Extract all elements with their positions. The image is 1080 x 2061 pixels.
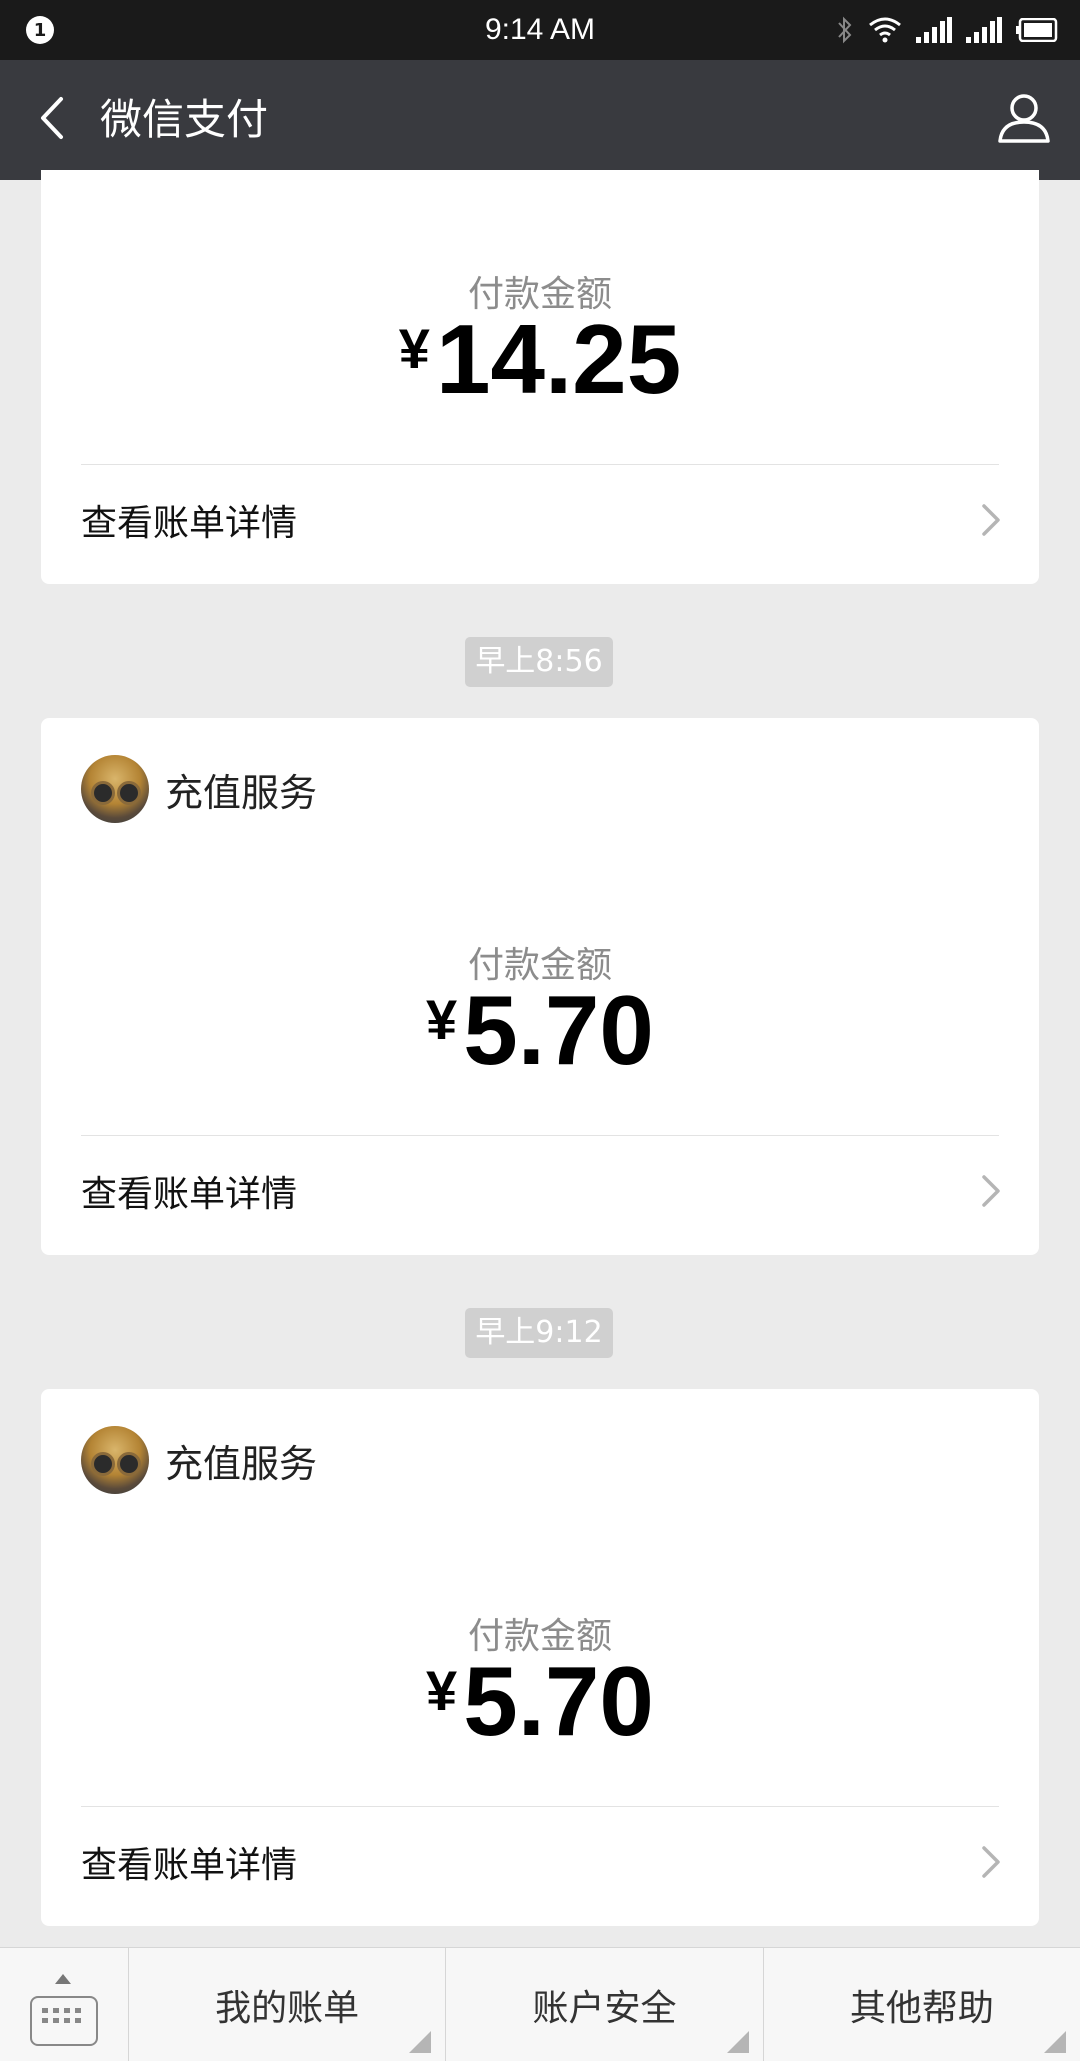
amount-value: 5.70 — [463, 1646, 654, 1756]
submenu-indicator-icon — [726, 2031, 749, 2053]
currency-symbol: ¥ — [426, 1659, 458, 1722]
payment-card: 付款金额 ¥14.25 查看账单详情 — [41, 170, 1039, 584]
chevron-left-icon — [37, 95, 67, 145]
message-timestamp: 早上8:56 — [465, 637, 613, 687]
menu-my-bills[interactable]: 我的账单 — [129, 1948, 447, 2061]
avatar — [81, 755, 149, 823]
submenu-indicator-icon — [1043, 2031, 1066, 2053]
back-button[interactable] — [22, 90, 82, 150]
chevron-right-icon — [979, 502, 1003, 538]
chevron-right-icon — [979, 1844, 1003, 1880]
chevron-right-icon — [979, 1173, 1003, 1209]
wifi-icon — [868, 17, 902, 43]
menu-label: 账户安全 — [532, 1987, 677, 2029]
amount-value: 5.70 — [463, 975, 654, 1085]
payment-amount: ¥14.25 — [41, 310, 1039, 408]
caret-up-icon — [55, 1974, 71, 1984]
merchant-header[interactable]: 充值服务 — [81, 754, 317, 824]
payment-card: 充值服务 付款金额 ¥5.70 查看账单详情 — [41, 718, 1039, 1255]
signal-2-icon — [966, 17, 1002, 43]
payment-card: 充值服务 付款金额 ¥5.70 查看账单详情 — [41, 1389, 1039, 1926]
detail-link-label: 查看账单详情 — [81, 503, 298, 544]
detail-link-label: 查看账单详情 — [81, 1845, 298, 1886]
amount-value: 14.25 — [435, 304, 682, 414]
view-bill-details-link[interactable]: 查看账单详情 — [81, 465, 1003, 575]
battery-icon — [1016, 18, 1058, 42]
merchant-name: 充值服务 — [165, 770, 318, 815]
keyboard-icon — [30, 1996, 98, 2046]
menu-other-help[interactable]: 其他帮助 — [764, 1948, 1080, 2061]
bottom-menu: 我的账单 账户安全 其他帮助 — [0, 1947, 1080, 2061]
keyboard-toggle-button[interactable] — [0, 1948, 129, 2061]
payment-amount: ¥5.70 — [41, 981, 1039, 1079]
view-bill-details-link[interactable]: 查看账单详情 — [81, 1136, 1003, 1246]
payment-amount: ¥5.70 — [41, 1652, 1039, 1750]
submenu-indicator-icon — [409, 2031, 432, 2053]
currency-symbol: ¥ — [398, 317, 430, 380]
avatar — [81, 1426, 149, 1494]
detail-link-label: 查看账单详情 — [81, 1174, 298, 1215]
page-title: 微信支付 — [100, 95, 269, 144]
merchant-header[interactable]: 充值服务 — [81, 1425, 317, 1495]
status-bar: 1 9:14 AM — [0, 0, 1080, 60]
person-icon — [997, 92, 1051, 148]
bluetooth-icon — [836, 16, 854, 44]
app-header: 微信支付 — [0, 60, 1080, 180]
profile-button[interactable] — [992, 88, 1056, 152]
message-timestamp: 早上9:12 — [465, 1308, 613, 1358]
menu-account-security[interactable]: 账户安全 — [446, 1948, 764, 2061]
menu-label: 我的账单 — [215, 1987, 360, 2029]
view-bill-details-link[interactable]: 查看账单详情 — [81, 1807, 1003, 1917]
currency-symbol: ¥ — [426, 988, 458, 1051]
status-icons — [836, 14, 1058, 46]
signal-1-icon — [916, 17, 952, 43]
menu-label: 其他帮助 — [849, 1987, 994, 2029]
merchant-name: 充值服务 — [165, 1441, 318, 1486]
